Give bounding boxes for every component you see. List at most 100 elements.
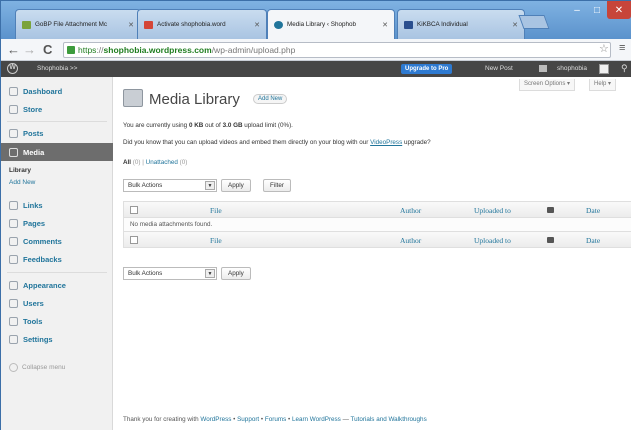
sidebar-subitem-library[interactable]: Library (9, 167, 31, 174)
sidebar-item-label: Posts (23, 128, 44, 138)
screen-options-tab[interactable]: Screen Options ▾ (519, 79, 576, 91)
sidebar-item-tools[interactable]: Tools (1, 313, 113, 329)
table-footer: File Author Uploaded to Date (123, 231, 631, 248)
browser-menu-icon[interactable]: ≡ (619, 42, 625, 54)
users-icon (9, 298, 18, 308)
pin-icon (9, 128, 18, 138)
bulk-actions-select-bottom[interactable]: Bulk Actions ▼ (123, 267, 217, 280)
column-date[interactable]: Date (586, 206, 600, 215)
tab-media-library[interactable]: Media Library ‹ Shophob ✕ (267, 9, 395, 39)
page-title: Media Library (149, 91, 240, 108)
maximize-button[interactable]: □ (587, 1, 607, 19)
close-icon[interactable]: ✕ (128, 21, 134, 29)
wp-admin-bar: W Shophobia >> Upgrade to Pro New Post s… (1, 61, 631, 77)
sidebar-item-feedbacks[interactable]: Feedbacks (1, 251, 113, 267)
sidebar-item-label: Dashboard (23, 86, 63, 96)
filter-unattached-link[interactable]: Unattached (146, 159, 178, 166)
bookmark-star-icon[interactable]: ☆ (599, 42, 609, 55)
column-author[interactable]: Author (400, 236, 421, 245)
apply-button-top[interactable]: Apply (221, 179, 251, 192)
tab-bar: GoBP File Attachment Mc ✕ Activate shoph… (1, 1, 631, 39)
column-uploaded-to[interactable]: Uploaded to (474, 206, 511, 215)
sidebar-subitem-add-new[interactable]: Add New (9, 179, 35, 186)
videopress-link[interactable]: VideoPress (370, 139, 402, 146)
close-icon[interactable]: ✕ (382, 21, 388, 29)
collapse-menu-button[interactable]: Collapse menu (9, 363, 65, 372)
column-date[interactable]: Date (586, 236, 600, 245)
filter-button[interactable]: Filter (263, 179, 291, 192)
tab-label: Activate shophobia.word (157, 21, 226, 28)
user-menu-link[interactable]: shophobia (557, 65, 587, 72)
usage-used: 0 KB (188, 122, 204, 129)
reload-icon[interactable]: C (43, 42, 52, 57)
footer-tutorials-link[interactable]: Tutorials and Walkthroughs (351, 416, 427, 423)
search-icon[interactable]: ⚲ (621, 63, 628, 74)
new-post-link[interactable]: New Post (485, 65, 513, 72)
sidebar-item-label: Users (23, 298, 44, 308)
sidebar-item-media[interactable]: Media (1, 143, 113, 161)
new-tab-button[interactable] (518, 15, 550, 29)
filter-all-count: (0) (132, 159, 141, 166)
help-tab[interactable]: Help ▾ (589, 79, 617, 91)
back-icon[interactable]: ← (7, 42, 20, 57)
videopress-notice: Did you know that you can upload videos … (123, 139, 431, 146)
sidebar-item-comments[interactable]: Comments (1, 233, 113, 249)
wordpress-logo-icon[interactable]: W (7, 63, 18, 74)
footer-learn-link[interactable]: Learn WordPress (292, 416, 341, 423)
tab-label: Media Library ‹ Shophob (287, 21, 356, 28)
column-file[interactable]: File (210, 206, 222, 215)
sidebar-item-label: Appearance (23, 280, 66, 290)
sidebar-item-label: Comments (23, 236, 62, 246)
column-file[interactable]: File (210, 236, 222, 245)
sidebar-item-label: Store (23, 104, 43, 114)
tab-gobp[interactable]: GoBP File Attachment Mc ✕ (15, 9, 141, 39)
apply-button-bottom[interactable]: Apply (221, 267, 251, 280)
forward-icon[interactable]: → (23, 42, 36, 57)
close-icon[interactable]: ✕ (254, 21, 260, 29)
footer-dash: — (340, 416, 351, 423)
close-window-button[interactable]: ✕ (607, 1, 631, 19)
column-author[interactable]: Author (400, 206, 421, 215)
settings-icon (9, 334, 18, 344)
bulk-actions-select-top[interactable]: Bulk Actions ▼ (123, 179, 217, 192)
url-path: /wp-admin/upload.php (211, 45, 296, 55)
feedback-icon (9, 254, 18, 264)
empty-message: No media attachments found. (130, 221, 213, 228)
footer-wordpress-link[interactable]: WordPress (200, 416, 231, 423)
sidebar-item-links[interactable]: Links (1, 197, 113, 213)
bulk-actions-value: Bulk Actions (128, 182, 163, 189)
column-uploaded-to[interactable]: Uploaded to (474, 236, 511, 245)
close-icon[interactable]: ✕ (512, 21, 518, 29)
add-new-button[interactable]: Add New (253, 94, 288, 104)
sidebar-item-appearance[interactable]: Appearance (1, 277, 113, 293)
sidebar-item-pages[interactable]: Pages (1, 215, 113, 231)
comments-column-icon (547, 237, 554, 243)
tab-kikbca[interactable]: KiKBCA Individual ✕ (397, 9, 525, 39)
admin-footer: Thank you for creating with WordPress • … (123, 416, 427, 423)
sidebar-item-store[interactable]: Store (1, 101, 113, 117)
select-all-checkbox[interactable] (130, 206, 138, 214)
minimize-button[interactable]: – (567, 1, 587, 19)
footer-support-link[interactable]: Support (237, 416, 259, 423)
notifications-icon[interactable] (539, 65, 547, 72)
select-all-checkbox-bottom[interactable] (130, 236, 138, 244)
footer-forums-link[interactable]: Forums (265, 416, 286, 423)
comments-icon (9, 236, 18, 246)
sidebar-item-label: Settings (23, 334, 53, 344)
filter-all-link[interactable]: All (123, 159, 131, 166)
tab-gmail[interactable]: Activate shophobia.word ✕ (137, 9, 267, 39)
avatar[interactable] (599, 64, 609, 74)
pages-icon (9, 218, 18, 228)
address-bar[interactable]: https://shophobia.wordpress.com/wp-admin… (63, 42, 611, 58)
sidebar-item-dashboard[interactable]: Dashboard (1, 83, 113, 99)
media-library-icon (123, 89, 143, 107)
sidebar-item-users[interactable]: Users (1, 295, 113, 311)
sidebar-item-posts[interactable]: Posts (1, 125, 113, 141)
site-name-link[interactable]: Shophobia >> (37, 65, 77, 72)
tools-icon (9, 316, 18, 326)
media-table: File Author Uploaded to Date No media at… (123, 201, 631, 248)
upgrade-to-pro-button[interactable]: Upgrade to Pro (401, 64, 453, 74)
sidebar-item-settings[interactable]: Settings (1, 331, 113, 347)
link-icon (9, 200, 18, 210)
sidebar-divider (7, 121, 107, 122)
